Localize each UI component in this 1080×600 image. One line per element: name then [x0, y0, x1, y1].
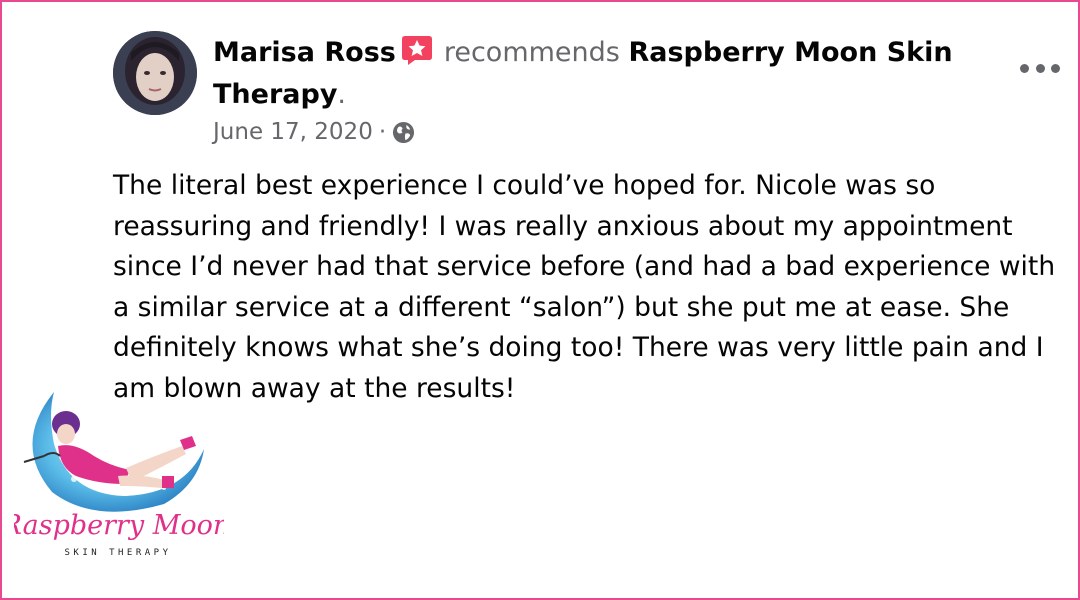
more-dot — [1020, 63, 1029, 73]
logo-title: Raspberry Moon — [14, 510, 224, 541]
author-name[interactable]: Marisa Ross — [213, 37, 396, 68]
avatar[interactable] — [113, 31, 197, 115]
raspberry-moon-logo: Raspberry Moon SKIN THERAPY — [14, 384, 224, 569]
avatar-image — [113, 31, 197, 115]
post-date[interactable]: June 17, 2020 — [213, 116, 373, 148]
post-header: Marisa Ross recommends Raspberry Moon Sk… — [213, 32, 993, 116]
page-suffix: . — [337, 79, 347, 110]
recommend-icon — [401, 36, 432, 65]
post-meta: June 17, 2020 · — [213, 116, 415, 148]
meta-separator: · — [378, 119, 387, 145]
more-options-icon[interactable] — [1020, 56, 1060, 80]
action-text: recommends — [443, 37, 620, 68]
logo-subtitle: SKIN THERAPY — [64, 548, 171, 558]
globe-icon[interactable] — [392, 121, 415, 144]
more-dot — [1051, 63, 1060, 73]
logo-graphic: Raspberry Moon SKIN THERAPY — [14, 392, 224, 558]
more-dot — [1035, 63, 1045, 73]
post-body: The literal best experience I could’ve h… — [113, 170, 1056, 404]
